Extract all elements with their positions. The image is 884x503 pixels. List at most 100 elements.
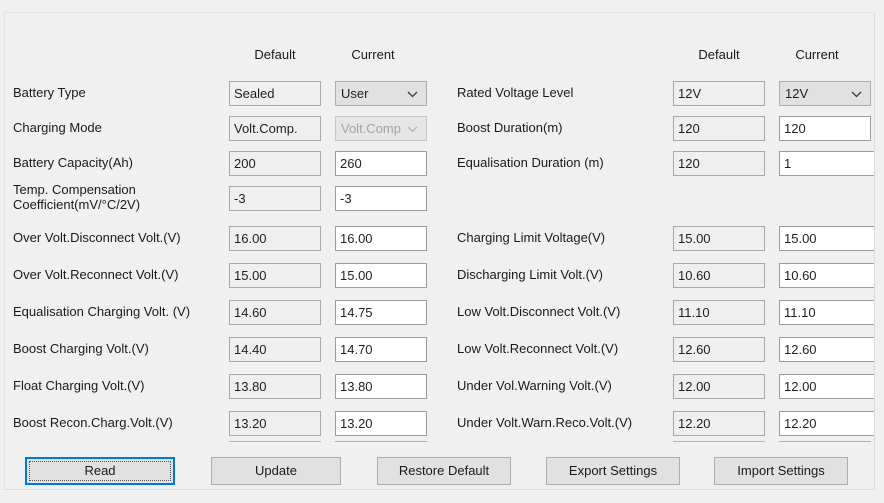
- update-button[interactable]: Update: [211, 457, 341, 485]
- import-settings-button[interactable]: Import Settings: [714, 457, 848, 485]
- combo-value: 12V: [785, 86, 809, 101]
- field-label: Rated Voltage Level: [457, 85, 574, 100]
- current-value-field[interactable]: 12.20: [779, 411, 874, 436]
- field-label: Boost Charging Volt.(V): [13, 341, 149, 356]
- default-value-field: 15.00: [673, 226, 765, 251]
- field-label: Boost Duration(m): [457, 120, 563, 135]
- current-value-field[interactable]: -3: [335, 186, 427, 211]
- field-label: Over Volt.Disconnect Volt.(V): [13, 230, 181, 245]
- chevron-down-icon: [405, 82, 419, 105]
- current-value-field[interactable]: 12.60: [779, 337, 874, 362]
- field-label: Boost Recon.Charg.Volt.(V): [13, 415, 173, 430]
- settings-row: Rated Voltage Level 12V 12V: [457, 81, 871, 107]
- chevron-down-icon: [849, 82, 863, 105]
- field-label: Charging Mode: [13, 120, 102, 135]
- current-value-field[interactable]: 1: [779, 151, 874, 176]
- default-value-field: Sealed: [229, 81, 321, 106]
- current-value-field[interactable]: 11.10: [779, 300, 874, 325]
- settings-fields-viewport: Default Current Default Current Battery …: [5, 13, 874, 442]
- field-label: Equalisation Duration (m): [457, 155, 604, 170]
- field-label: Float Charging Volt.(V): [13, 378, 145, 393]
- field-label: Charging Limit Voltage(V): [457, 230, 606, 245]
- settings-row: Discharging Limit Volt.(V) 10.60 10.60: [457, 263, 874, 289]
- field-label: Low Volt.Reconnect Volt.(V): [457, 341, 619, 356]
- clipped-current-value-field: [335, 441, 427, 442]
- default-value-field: 10.60: [673, 263, 765, 288]
- combo-value: User: [341, 86, 369, 101]
- default-value-field: 14.60: [229, 300, 321, 325]
- default-value-field: Volt.Comp.: [229, 116, 321, 141]
- settings-row: Under Vol.Warning Volt.(V) 12.00 12.00: [457, 374, 874, 400]
- current-value-field[interactable]: 14.70: [335, 337, 427, 362]
- chevron-down-icon: [405, 117, 419, 140]
- left-current-column-header: Current: [351, 47, 395, 62]
- right-default-column-header: Default: [698, 47, 740, 62]
- default-value-field: 16.00: [229, 226, 321, 251]
- settings-row: Boost Charging Volt.(V) 14.40 14.70: [13, 337, 427, 363]
- update-button-label: Update: [255, 463, 297, 478]
- settings-row: Over Volt.Disconnect Volt.(V) 16.00 16.0…: [13, 226, 427, 252]
- default-value-field: 15.00: [229, 263, 321, 288]
- combo-value: Volt.Comp: [341, 121, 401, 136]
- settings-row: Temp. Compensation Coefficient(mV/°C/2V)…: [13, 182, 427, 212]
- current-value-field[interactable]: 13.80: [335, 374, 427, 399]
- left-default-column-header: Default: [254, 47, 296, 62]
- default-value-field: 12.60: [673, 337, 765, 362]
- settings-row: Equalisation Duration (m) 120 1: [457, 151, 874, 177]
- current-value-field[interactable]: 13.20: [335, 411, 427, 436]
- current-value-field[interactable]: 260: [335, 151, 427, 176]
- current-value-field[interactable]: 14.75: [335, 300, 427, 325]
- default-value-field: 12.20: [673, 411, 765, 436]
- read-button-label: Read: [84, 463, 116, 478]
- settings-row: Boost Recon.Charg.Volt.(V) 13.20 13.20: [13, 411, 427, 437]
- rated-voltage-level-combo[interactable]: 12V: [779, 81, 871, 106]
- field-label: Under Vol.Warning Volt.(V): [457, 378, 612, 393]
- current-value-field[interactable]: 16.00: [335, 226, 427, 251]
- clipped-default-value-field: [229, 441, 321, 442]
- settings-row: Over Volt.Reconnect Volt.(V) 15.00 15.00: [13, 263, 427, 289]
- charging-mode-combo: Volt.Comp: [335, 116, 427, 141]
- field-label: Discharging Limit Volt.(V): [457, 267, 603, 282]
- default-value-field: 200: [229, 151, 321, 176]
- battery-settings-panel: Default Current Default Current Battery …: [4, 12, 875, 490]
- default-value-field: 12V: [673, 81, 765, 106]
- clipped-default-value-field: [673, 441, 765, 442]
- field-label: Equalisation Charging Volt. (V): [13, 304, 191, 319]
- default-value-field: -3: [229, 186, 321, 211]
- default-value-field: 14.40: [229, 337, 321, 362]
- read-button[interactable]: Read: [25, 457, 175, 485]
- default-value-field: 120: [673, 151, 765, 176]
- action-button-bar: Read Update Restore Default Export Setti…: [5, 453, 874, 489]
- settings-row: Under Volt.Warn.Reco.Volt.(V) 12.20 12.2…: [457, 411, 874, 437]
- settings-row: Low Volt.Disconnect Volt.(V) 11.10 11.10: [457, 300, 874, 326]
- settings-row: Battery Capacity(Ah) 200 260: [13, 151, 427, 177]
- default-value-field: 13.20: [229, 411, 321, 436]
- restore-default-button[interactable]: Restore Default: [377, 457, 511, 485]
- default-value-field: 13.80: [229, 374, 321, 399]
- current-value-field[interactable]: 15.00: [335, 263, 427, 288]
- field-label: Under Volt.Warn.Reco.Volt.(V): [457, 415, 633, 430]
- battery-type-combo[interactable]: User: [335, 81, 427, 106]
- field-label: Battery Capacity(Ah): [13, 155, 133, 170]
- current-value-field[interactable]: 15.00: [779, 226, 874, 251]
- current-value-field[interactable]: 12.00: [779, 374, 874, 399]
- settings-row: Equalisation Charging Volt. (V) 14.60 14…: [13, 300, 427, 326]
- settings-row: Charging Limit Voltage(V) 15.00 15.00: [457, 226, 874, 252]
- field-label: Battery Type: [13, 85, 86, 100]
- export-settings-button[interactable]: Export Settings: [546, 457, 680, 485]
- restore-default-button-label: Restore Default: [398, 463, 490, 478]
- clipped-current-value-field: [779, 441, 871, 442]
- default-value-field: 12.00: [673, 374, 765, 399]
- export-settings-button-label: Export Settings: [568, 463, 658, 478]
- application-window: Default Current Default Current Battery …: [0, 0, 884, 503]
- field-label: Low Volt.Disconnect Volt.(V): [457, 304, 621, 319]
- settings-row: Float Charging Volt.(V) 13.80 13.80: [13, 374, 427, 400]
- default-value-field: 11.10: [673, 300, 765, 325]
- default-value-field: 120: [673, 116, 765, 141]
- field-label: Over Volt.Reconnect Volt.(V): [13, 267, 179, 282]
- current-value-field[interactable]: 120: [779, 116, 871, 141]
- settings-row: Battery Type Sealed User: [13, 81, 427, 107]
- current-value-field[interactable]: 10.60: [779, 263, 874, 288]
- right-current-column-header: Current: [795, 47, 839, 62]
- import-settings-button-label: Import Settings: [737, 463, 825, 478]
